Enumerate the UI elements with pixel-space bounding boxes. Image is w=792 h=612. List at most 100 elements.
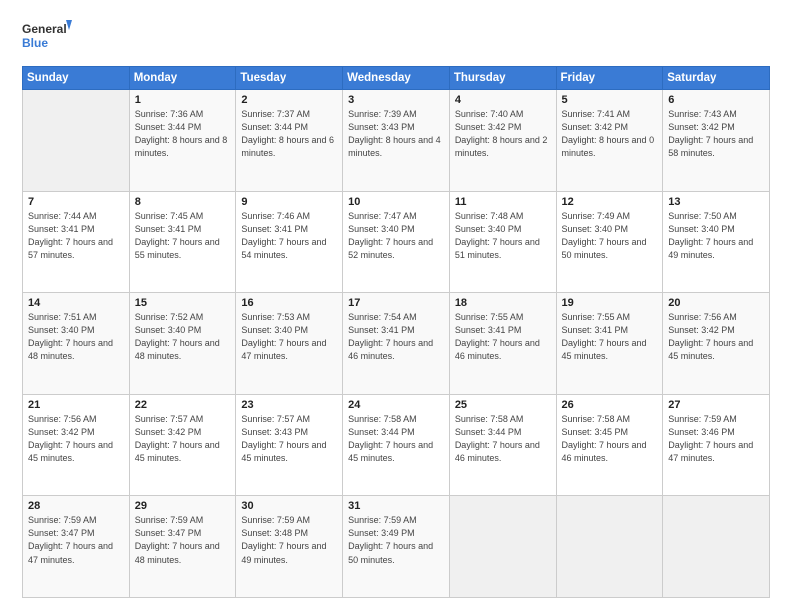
calendar-cell: 30 Sunrise: 7:59 AMSunset: 3:48 PMDayligh… [236,496,343,598]
cell-info: Sunrise: 7:48 AMSunset: 3:40 PMDaylight:… [455,210,551,262]
day-number: 20 [668,297,764,309]
day-number: 24 [348,399,444,411]
weekday-header-wednesday: Wednesday [343,67,450,90]
day-number: 21 [28,399,124,411]
day-number: 17 [348,297,444,309]
calendar-cell: 18 Sunrise: 7:55 AMSunset: 3:41 PMDayligh… [449,293,556,395]
calendar-cell [556,496,663,598]
calendar-cell: 23 Sunrise: 7:57 AMSunset: 3:43 PMDayligh… [236,394,343,496]
calendar-cell: 5Sunrise: 7:41 AMSunset: 3:42 PMDaylight… [556,90,663,192]
calendar-cell: 4 Sunrise: 7:40 AMSunset: 3:42 PMDaylight… [449,90,556,192]
calendar-cell: 12Sunrise: 7:49 AMSunset: 3:40 PMDayligh… [556,191,663,293]
day-number: 9 [241,196,337,208]
calendar-cell: 2 Sunrise: 7:37 AMSunset: 3:44 PMDaylight… [236,90,343,192]
svg-text:General: General [22,22,67,36]
calendar-cell: 24Sunrise: 7:58 AMSunset: 3:44 PMDayligh… [343,394,450,496]
logo-svg: General Blue [22,18,72,56]
header: General Blue [22,18,770,56]
cell-info: Sunrise: 7:40 AMSunset: 3:42 PMDaylight:… [455,108,551,160]
calendar-cell [449,496,556,598]
cell-info: Sunrise: 7:59 AMSunset: 3:49 PMDaylight:… [348,514,444,566]
calendar-cell [23,90,130,192]
day-number: 5 [562,94,658,106]
day-number: 3 [348,94,444,106]
cell-info: Sunrise: 7:55 AMSunset: 3:41 PMDaylight:… [562,311,658,363]
calendar-cell: 14 Sunrise: 7:51 AMSunset: 3:40 PMDayligh… [23,293,130,395]
cell-info: Sunrise: 7:59 AMSunset: 3:47 PMDaylight:… [28,514,124,566]
cell-info: Sunrise: 7:49 AMSunset: 3:40 PMDaylight:… [562,210,658,262]
cell-info: Sunrise: 7:59 AMSunset: 3:47 PMDaylight:… [135,514,231,566]
calendar-cell: 31 Sunrise: 7:59 AMSunset: 3:49 PMDayligh… [343,496,450,598]
cell-info: Sunrise: 7:52 AMSunset: 3:40 PMDaylight:… [135,311,231,363]
calendar-table: SundayMondayTuesdayWednesdayThursdayFrid… [22,66,770,598]
calendar-cell: 7 Sunrise: 7:44 AMSunset: 3:41 PMDaylight… [23,191,130,293]
logo: General Blue [22,18,72,56]
cell-info: Sunrise: 7:56 AMSunset: 3:42 PMDaylight:… [28,413,124,465]
day-number: 18 [455,297,551,309]
cell-info: Sunrise: 7:53 AMSunset: 3:40 PMDaylight:… [241,311,337,363]
calendar-cell: 3 Sunrise: 7:39 AMSunset: 3:43 PMDaylight… [343,90,450,192]
calendar-cell: 6 Sunrise: 7:43 AMSunset: 3:42 PMDaylight… [663,90,770,192]
cell-info: Sunrise: 7:37 AMSunset: 3:44 PMDaylight:… [241,108,337,160]
cell-info: Sunrise: 7:56 AMSunset: 3:42 PMDaylight:… [668,311,764,363]
week-row-4: 21 Sunrise: 7:56 AMSunset: 3:42 PMDayligh… [23,394,770,496]
cell-info: Sunrise: 7:58 AMSunset: 3:45 PMDaylight:… [562,413,658,465]
cell-info: Sunrise: 7:47 AMSunset: 3:40 PMDaylight:… [348,210,444,262]
cell-info: Sunrise: 7:57 AMSunset: 3:42 PMDaylight:… [135,413,231,465]
calendar-cell: 1Sunrise: 7:36 AMSunset: 3:44 PMDaylight… [129,90,236,192]
calendar-cell: 28 Sunrise: 7:59 AMSunset: 3:47 PMDayligh… [23,496,130,598]
weekday-header-friday: Friday [556,67,663,90]
cell-info: Sunrise: 7:45 AMSunset: 3:41 PMDaylight:… [135,210,231,262]
calendar-cell: 17Sunrise: 7:54 AMSunset: 3:41 PMDayligh… [343,293,450,395]
cell-info: Sunrise: 7:59 AMSunset: 3:48 PMDaylight:… [241,514,337,566]
cell-info: Sunrise: 7:55 AMSunset: 3:41 PMDaylight:… [455,311,551,363]
calendar-cell: 15 Sunrise: 7:52 AMSunset: 3:40 PMDayligh… [129,293,236,395]
day-number: 11 [455,196,551,208]
cell-info: Sunrise: 7:39 AMSunset: 3:43 PMDaylight:… [348,108,444,160]
weekday-header-row: SundayMondayTuesdayWednesdayThursdayFrid… [23,67,770,90]
day-number: 4 [455,94,551,106]
day-number: 8 [135,196,231,208]
calendar-cell: 19 Sunrise: 7:55 AMSunset: 3:41 PMDayligh… [556,293,663,395]
day-number: 6 [668,94,764,106]
calendar-cell: 11 Sunrise: 7:48 AMSunset: 3:40 PMDayligh… [449,191,556,293]
day-number: 16 [241,297,337,309]
calendar-cell: 16 Sunrise: 7:53 AMSunset: 3:40 PMDayligh… [236,293,343,395]
calendar-cell: 26Sunrise: 7:58 AMSunset: 3:45 PMDayligh… [556,394,663,496]
day-number: 10 [348,196,444,208]
day-number: 2 [241,94,337,106]
cell-info: Sunrise: 7:57 AMSunset: 3:43 PMDaylight:… [241,413,337,465]
day-number: 29 [135,500,231,512]
day-number: 13 [668,196,764,208]
day-number: 23 [241,399,337,411]
weekday-header-tuesday: Tuesday [236,67,343,90]
calendar-cell: 20 Sunrise: 7:56 AMSunset: 3:42 PMDayligh… [663,293,770,395]
day-number: 1 [135,94,231,106]
weekday-header-monday: Monday [129,67,236,90]
cell-info: Sunrise: 7:44 AMSunset: 3:41 PMDaylight:… [28,210,124,262]
calendar-cell: 21 Sunrise: 7:56 AMSunset: 3:42 PMDayligh… [23,394,130,496]
day-number: 14 [28,297,124,309]
calendar-cell: 22 Sunrise: 7:57 AMSunset: 3:42 PMDayligh… [129,394,236,496]
weekday-header-thursday: Thursday [449,67,556,90]
calendar-cell: 27Sunrise: 7:59 AMSunset: 3:46 PMDayligh… [663,394,770,496]
svg-text:Blue: Blue [22,36,48,50]
weekday-header-saturday: Saturday [663,67,770,90]
calendar-cell: 29 Sunrise: 7:59 AMSunset: 3:47 PMDayligh… [129,496,236,598]
calendar-cell: 8 Sunrise: 7:45 AMSunset: 3:41 PMDaylight… [129,191,236,293]
day-number: 22 [135,399,231,411]
day-number: 19 [562,297,658,309]
cell-info: Sunrise: 7:46 AMSunset: 3:41 PMDaylight:… [241,210,337,262]
day-number: 28 [28,500,124,512]
day-number: 15 [135,297,231,309]
cell-info: Sunrise: 7:43 AMSunset: 3:42 PMDaylight:… [668,108,764,160]
page: General Blue SundayMondayTuesdayWednesda… [0,0,792,612]
calendar-cell: 25Sunrise: 7:58 AMSunset: 3:44 PMDayligh… [449,394,556,496]
week-row-2: 7 Sunrise: 7:44 AMSunset: 3:41 PMDaylight… [23,191,770,293]
cell-info: Sunrise: 7:58 AMSunset: 3:44 PMDaylight:… [455,413,551,465]
cell-info: Sunrise: 7:51 AMSunset: 3:40 PMDaylight:… [28,311,124,363]
day-number: 7 [28,196,124,208]
day-number: 30 [241,500,337,512]
calendar-cell: 13Sunrise: 7:50 AMSunset: 3:40 PMDayligh… [663,191,770,293]
day-number: 31 [348,500,444,512]
